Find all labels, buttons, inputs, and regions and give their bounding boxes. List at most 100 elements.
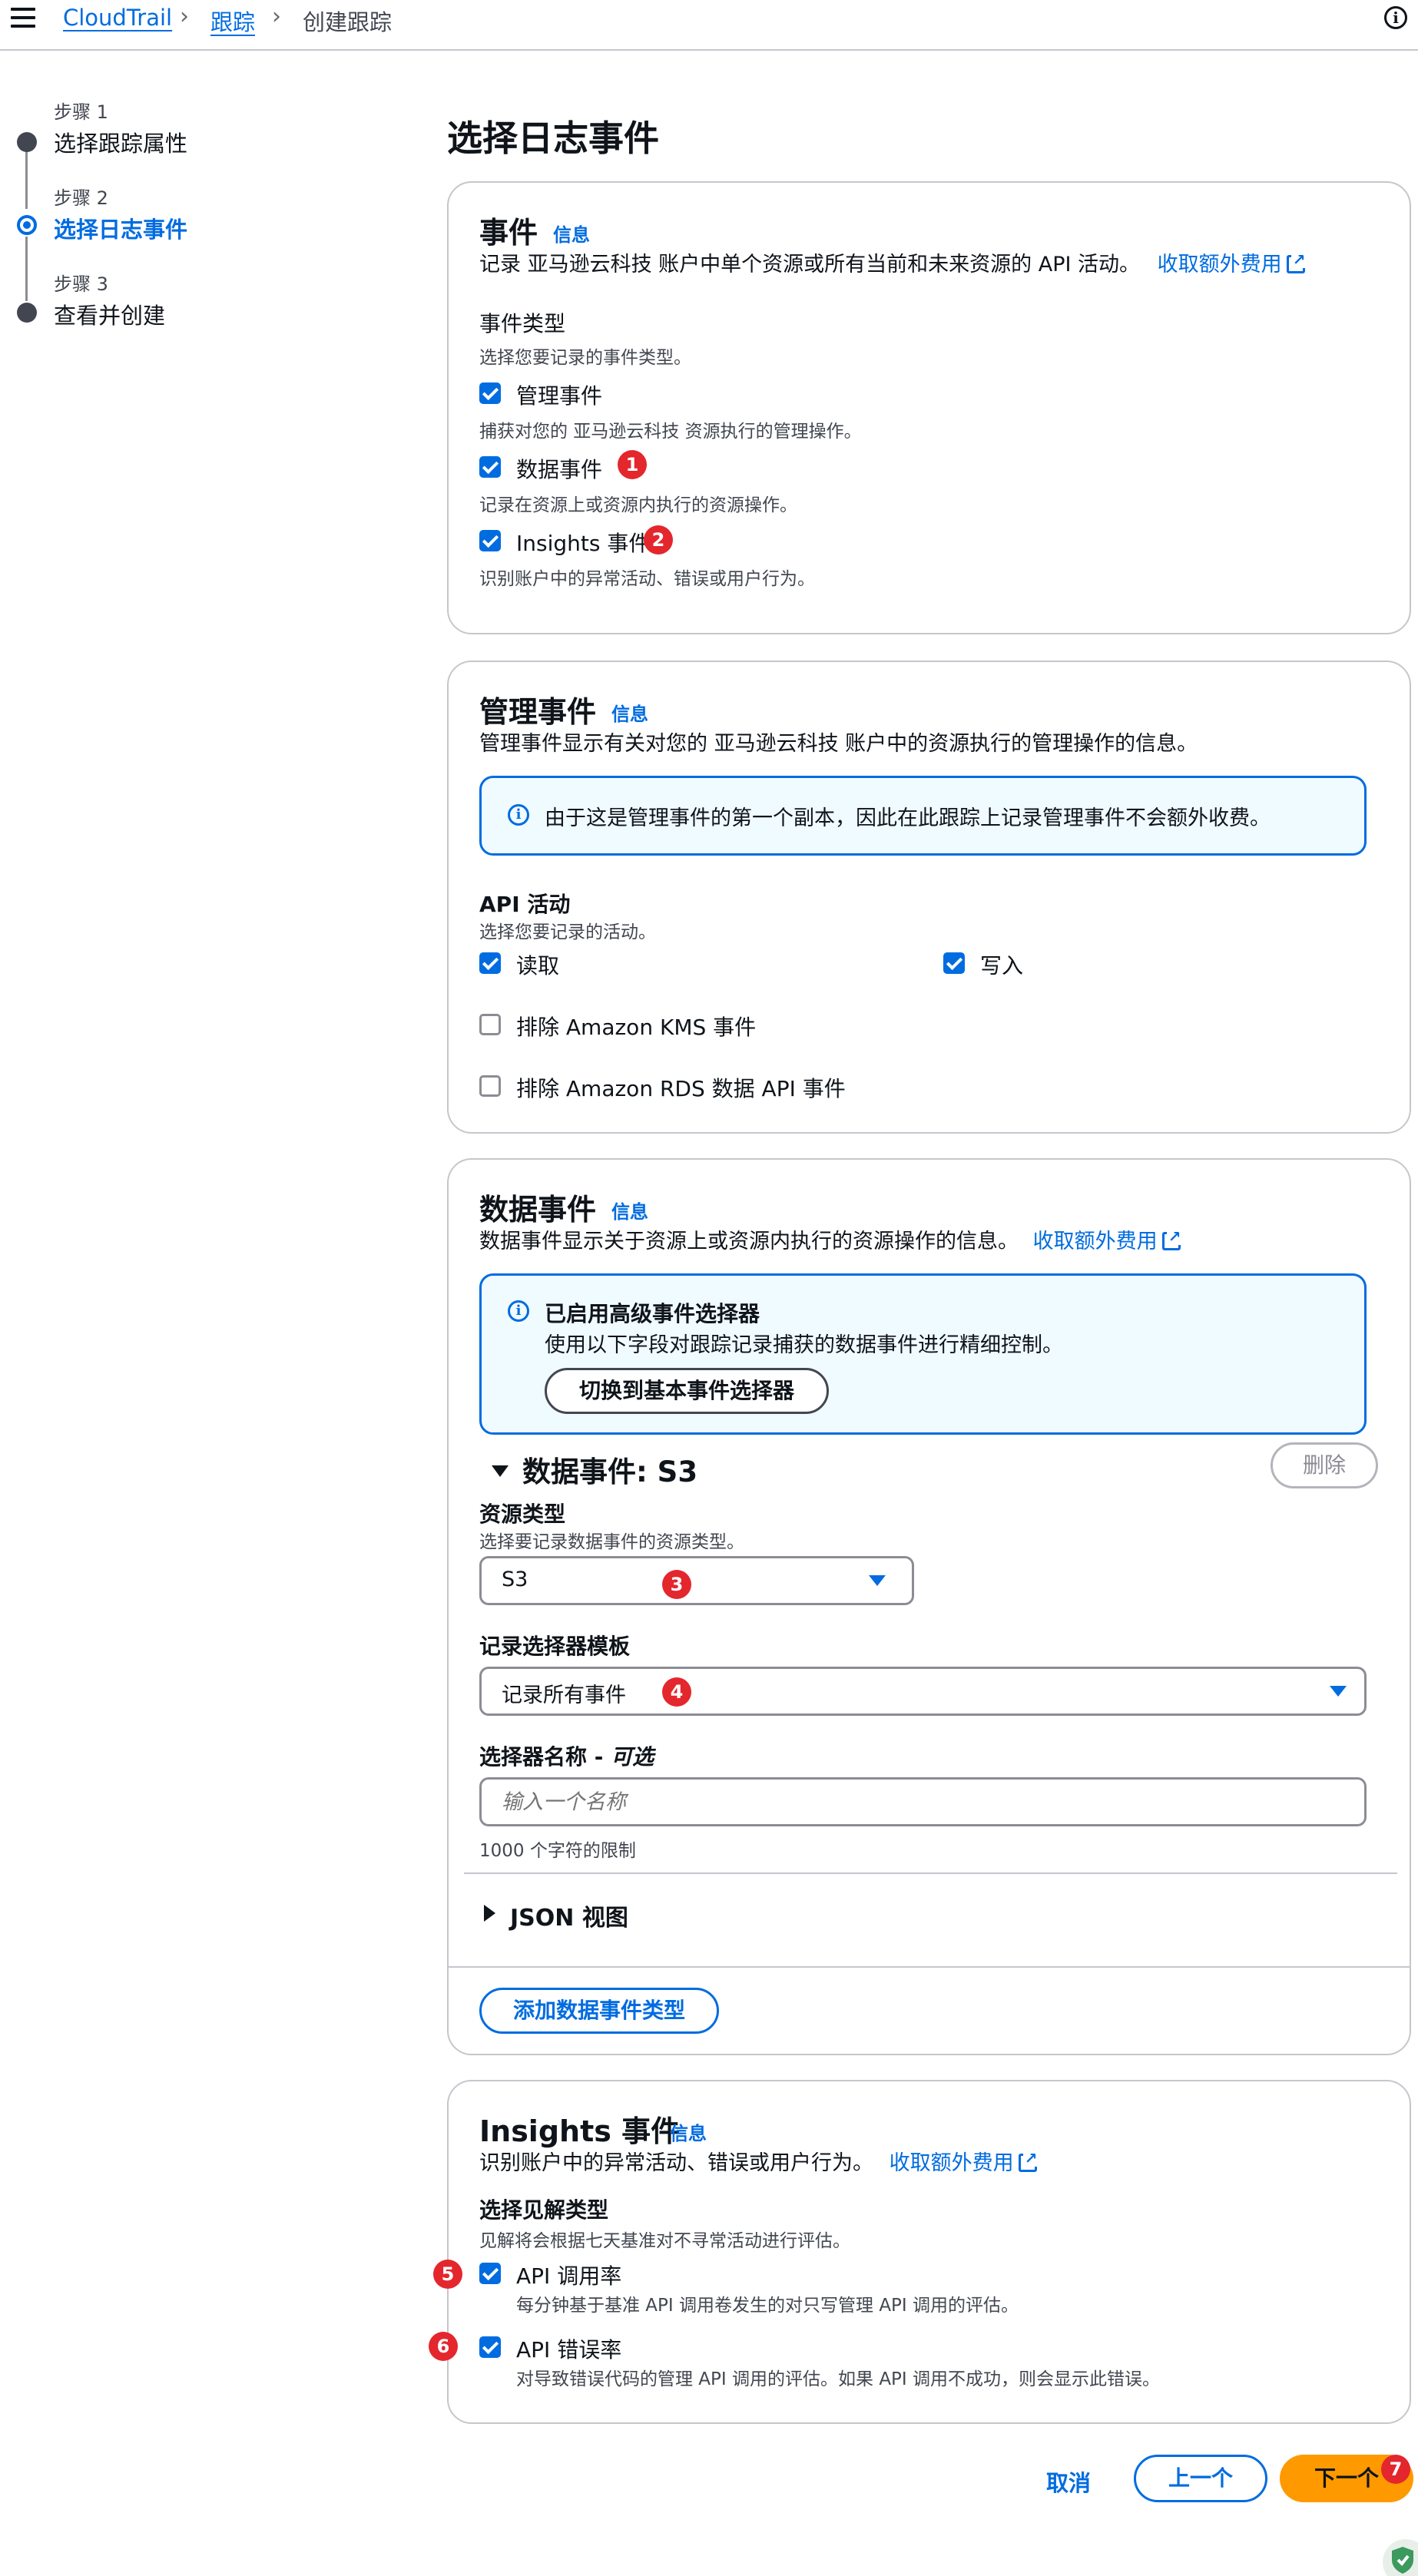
selector-template-select[interactable]: 记录所有事件: [479, 1667, 1367, 1716]
step-connector: [25, 237, 28, 301]
read-label[interactable]: 读取: [516, 949, 559, 980]
info-icon: i: [508, 804, 529, 826]
management-description: 管理事件显示有关对您的 亚马逊云科技 账户中的资源执行的管理操作的信息。: [479, 732, 1198, 756]
api-call-rate-label[interactable]: API 调用率: [516, 2260, 621, 2290]
step-3-label[interactable]: 查看并创建: [54, 298, 165, 330]
annotation-marker-2: 2: [644, 525, 673, 555]
expand-caret-icon[interactable]: [492, 1465, 509, 1477]
resource-type-label: 资源类型: [479, 1502, 566, 1527]
page-title: 选择日志事件: [447, 118, 659, 159]
data-events-cost-link-text[interactable]: 收取额外费用: [1033, 1230, 1158, 1253]
cancel-button[interactable]: 取消: [1046, 2465, 1091, 2498]
hamburger-menu-icon[interactable]: [11, 8, 35, 29]
event-type-hint: 选择您要记录的事件类型。: [479, 348, 691, 368]
s3-section-title[interactable]: 数据事件: S3: [522, 1449, 697, 1490]
insight-type-label: 选择见解类型: [479, 2197, 609, 2223]
data-events-info-link[interactable]: 信息: [611, 1197, 648, 1223]
expand-caret-icon[interactable]: [484, 1905, 495, 1922]
json-view-toggle[interactable]: JSON 视图: [510, 1899, 628, 1932]
selector-name-label-text: 选择器名称 -: [479, 1744, 611, 1770]
top-navigation: CloudTrail › 跟踪 › 创建跟踪 i: [0, 0, 1418, 51]
data-events-checkbox[interactable]: [479, 456, 501, 478]
data-events-panel: 数据事件 信息 数据事件显示关于资源上或资源内执行的资源操作的信息。 收取额外费…: [447, 1158, 1411, 2055]
selector-template-label: 记录选择器模板: [479, 1634, 631, 1659]
selector-name-optional: 可选: [611, 1744, 654, 1770]
event-type-label: 事件类型: [479, 311, 566, 336]
resource-type-hint: 选择要记录数据事件的资源类型。: [479, 1532, 744, 1552]
events-panel: 事件 信息 记录 亚马逊云科技 账户中单个资源或所有当前和未来资源的 API 活…: [447, 181, 1411, 634]
data-events-cost-link[interactable]: 收取额外费用: [1033, 1228, 1181, 1253]
data-events-title: 数据事件: [479, 1193, 597, 1227]
insights-cost-link[interactable]: 收取额外费用: [890, 2150, 1038, 2175]
step-2-number: 步骤 2: [54, 187, 108, 209]
insight-type-hint: 见解将会根据七天基准对不寻常活动进行评估。: [479, 2231, 850, 2251]
exclude-rds-checkbox[interactable]: [479, 1075, 501, 1097]
annotation-marker-5: 5: [433, 2260, 462, 2289]
insights-events-panel: Insights 事件 信息 识别账户中的异常活动、错误或用户行为。 收取额外费…: [447, 2080, 1411, 2424]
step-1-number: 步骤 1: [54, 101, 108, 123]
annotation-marker-7: 7: [1381, 2455, 1410, 2484]
events-info-link[interactable]: 信息: [553, 220, 590, 247]
events-cost-link-text[interactable]: 收取额外费用: [1158, 253, 1282, 276]
management-title: 管理事件: [479, 695, 597, 729]
api-activity-hint: 选择您要记录的活动。: [479, 922, 656, 942]
insights-events-hint: 识别账户中的异常活动、错误或用户行为。: [479, 569, 815, 589]
external-link-icon: [1286, 251, 1306, 273]
step-3-number: 步骤 3: [54, 273, 108, 295]
insights-events-checkbox[interactable]: [479, 530, 501, 551]
api-call-rate-checkbox[interactable]: [479, 2263, 501, 2284]
external-link-icon: [1161, 1228, 1181, 1250]
step-2-indicator: [17, 215, 37, 235]
breadcrumb-separator-icon: ›: [272, 3, 281, 30]
divider: [449, 1966, 1410, 1968]
breadcrumb-trails[interactable]: 跟踪: [210, 5, 255, 37]
api-error-rate-label[interactable]: API 错误率: [516, 2333, 621, 2364]
data-events-label[interactable]: 数据事件: [516, 453, 602, 484]
add-data-event-type-button[interactable]: 添加数据事件类型: [479, 1988, 719, 2034]
management-events-hint: 捕获对您的 亚马逊云科技 资源执行的管理操作。: [479, 422, 862, 442]
insights-description-text: 识别账户中的异常活动、错误或用户行为。: [479, 2151, 873, 2175]
selector-name-label: 选择器名称 - 可选: [479, 1740, 654, 1771]
events-description-text: 记录 亚马逊云科技 账户中单个资源或所有当前和未来资源的 API 活动。: [479, 253, 1141, 276]
delete-button[interactable]: 删除: [1271, 1442, 1378, 1488]
step-3-indicator: [17, 303, 37, 323]
chevron-down-icon: [1330, 1686, 1347, 1697]
management-events-panel: 管理事件 信息 管理事件显示有关对您的 亚马逊云科技 账户中的资源执行的管理操作…: [447, 661, 1411, 1134]
management-info-link[interactable]: 信息: [611, 699, 648, 726]
selector-name-input[interactable]: [479, 1777, 1367, 1826]
management-events-label[interactable]: 管理事件: [516, 379, 602, 410]
selector-name-limit: 1000 个字符的限制: [479, 1841, 636, 1861]
annotation-marker-4: 4: [662, 1677, 691, 1707]
step-1-label[interactable]: 选择跟踪属性: [54, 126, 187, 158]
previous-button[interactable]: 上一个: [1134, 2455, 1267, 2502]
shield-icon[interactable]: [1383, 2535, 1418, 2576]
write-checkbox[interactable]: [943, 952, 965, 974]
resource-type-select[interactable]: S3: [479, 1556, 914, 1605]
advanced-selectors-body: 使用以下字段对跟踪记录捕获的数据事件进行精细控制。: [545, 1333, 1063, 1357]
read-checkbox[interactable]: [479, 952, 501, 974]
write-label[interactable]: 写入: [980, 949, 1023, 980]
selector-template-value: 记录所有事件: [502, 1684, 626, 1707]
divider: [464, 1872, 1397, 1874]
info-icon: i: [508, 1300, 529, 1322]
insights-description: 识别账户中的异常活动、错误或用户行为。 收取额外费用: [479, 2146, 1038, 2176]
breadcrumb-current: 创建跟踪: [303, 9, 393, 35]
insights-events-label[interactable]: Insights 事件: [516, 527, 650, 558]
exclude-kms-label[interactable]: 排除 Amazon KMS 事件: [516, 1011, 756, 1041]
exclude-kms-checkbox[interactable]: [479, 1014, 501, 1035]
events-cost-link[interactable]: 收取额外费用: [1158, 251, 1306, 276]
api-activity-label: API 活动: [479, 892, 571, 917]
step-1-indicator: [17, 132, 37, 152]
insights-cost-link-text[interactable]: 收取额外费用: [890, 2151, 1014, 2175]
chevron-down-icon: [869, 1575, 886, 1586]
breadcrumb-cloudtrail[interactable]: CloudTrail: [63, 5, 172, 31]
management-events-checkbox[interactable]: [479, 382, 501, 404]
insights-info-link[interactable]: 信息: [670, 2118, 707, 2145]
api-error-rate-checkbox[interactable]: [479, 2336, 501, 2358]
info-icon[interactable]: i: [1384, 6, 1407, 29]
insights-title: Insights 事件: [479, 2114, 681, 2148]
switch-basic-selectors-button[interactable]: 切换到基本事件选择器: [545, 1368, 829, 1414]
exclude-rds-label[interactable]: 排除 Amazon RDS 数据 API 事件: [516, 1072, 846, 1103]
events-title: 事件: [479, 216, 538, 250]
resource-type-value: S3: [502, 1568, 528, 1591]
